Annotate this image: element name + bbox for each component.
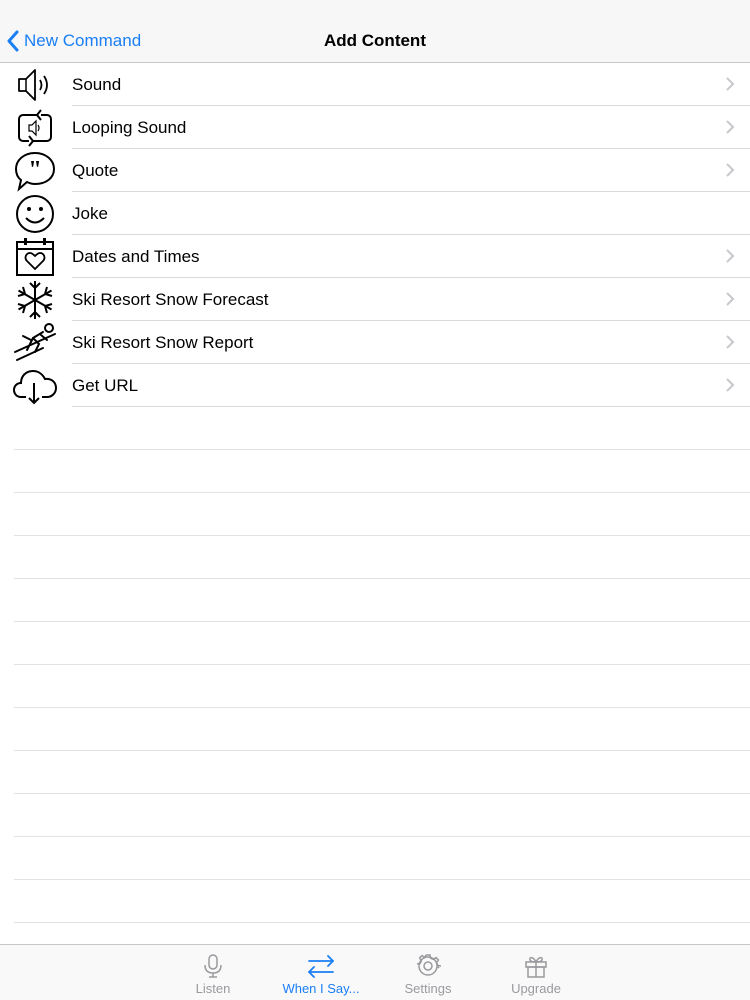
empty-row: [0, 665, 750, 708]
tab-label: Upgrade: [511, 981, 561, 996]
quote-bubble-icon: ": [12, 149, 58, 192]
list-item-quote[interactable]: " Quote: [0, 149, 750, 192]
skier-icon: [12, 321, 58, 364]
list-item-sound[interactable]: Sound: [0, 63, 750, 106]
empty-row: [0, 536, 750, 579]
list-item-label: Dates and Times: [72, 247, 200, 266]
empty-row: [0, 751, 750, 794]
list-item-label: Ski Resort Snow Report: [72, 333, 254, 352]
row-divider: [14, 922, 750, 923]
list-item-label: Ski Resort Snow Forecast: [72, 290, 269, 309]
empty-row: [0, 880, 750, 923]
cloud-download-icon: [12, 364, 58, 407]
chevron-right-icon: [726, 163, 735, 177]
list-item-label: Looping Sound: [72, 118, 187, 137]
empty-row: [0, 450, 750, 493]
svg-text:": ": [28, 157, 41, 183]
navigation-bar: New Command Add Content: [0, 0, 750, 63]
empty-row: [0, 708, 750, 751]
chevron-right-icon: [726, 249, 735, 263]
list-item-looping-sound[interactable]: Looping Sound: [0, 106, 750, 149]
list-item-joke[interactable]: Joke: [0, 192, 750, 235]
gift-icon: [525, 956, 547, 978]
list-item-snow-report[interactable]: Ski Resort Snow Report: [0, 321, 750, 364]
list-item-label: Joke: [72, 204, 108, 223]
empty-row: [0, 622, 750, 665]
page-title: Add Content: [324, 31, 426, 50]
list-item-label: Sound: [72, 75, 122, 94]
looping-sound-icon: [12, 106, 58, 149]
calendar-heart-icon: [12, 235, 58, 278]
tab-label: Listen: [195, 981, 231, 996]
tab-label: When I Say...: [282, 981, 360, 996]
chevron-right-icon: [726, 378, 735, 392]
list-item-dates-and-times[interactable]: Dates and Times: [0, 235, 750, 278]
list-item-snow-forecast[interactable]: Ski Resort Snow Forecast: [0, 278, 750, 321]
smiley-icon: [12, 192, 58, 235]
gear-icon: [416, 954, 441, 976]
empty-row: [0, 837, 750, 880]
empty-row: [0, 493, 750, 536]
snowflake-icon: [12, 278, 58, 321]
list-item-label: Get URL: [72, 376, 139, 395]
empty-row: [0, 579, 750, 622]
tab-bar: Listen When I Say... Settings Upgrade: [0, 944, 750, 1000]
chevron-right-icon: [726, 120, 735, 134]
content-list: Sound Looping Sound " Quote Joke Dates a…: [0, 63, 750, 923]
chevron-right-icon: [726, 292, 735, 306]
empty-row: [0, 407, 750, 450]
chevron-right-icon: [726, 77, 735, 91]
swap-arrows-icon: [308, 955, 334, 978]
chevron-right-icon: [726, 335, 735, 349]
tab-when-i-say[interactable]: When I Say...: [276, 949, 366, 999]
microphone-icon: [204, 954, 222, 978]
list-item-label: Quote: [72, 161, 119, 180]
tab-label: Settings: [404, 981, 452, 996]
tab-settings[interactable]: Settings: [383, 949, 473, 999]
list-item-get-url[interactable]: Get URL: [0, 364, 750, 407]
empty-row: [0, 794, 750, 837]
tab-upgrade[interactable]: Upgrade: [491, 949, 581, 999]
tab-listen[interactable]: Listen: [168, 949, 258, 999]
speaker-icon: [12, 63, 58, 106]
